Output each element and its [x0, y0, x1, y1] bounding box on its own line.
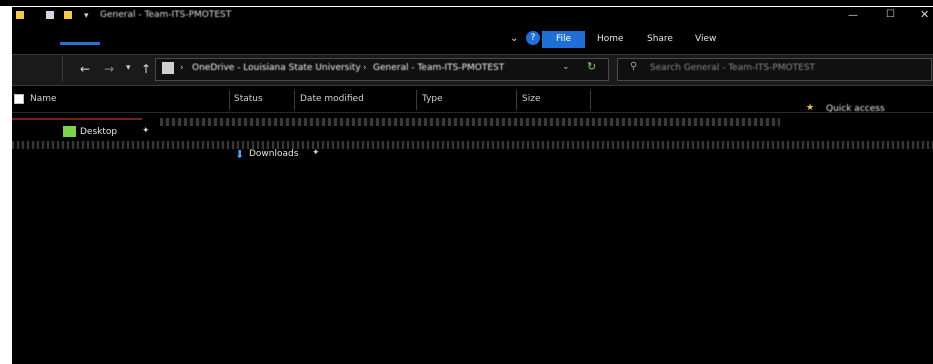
minimize-icon[interactable]: — — [848, 10, 858, 21]
tab-share[interactable]: Share — [647, 34, 673, 44]
recent-locations-icon[interactable]: ▾ — [126, 63, 131, 73]
glitch-line — [12, 118, 142, 120]
file-list-empty-area — [12, 160, 933, 364]
window-title: General - Team-ITS-PMOTEST — [100, 10, 232, 20]
window-frame-top — [12, 6, 933, 7]
nav-desktop[interactable]: Desktop — [80, 127, 117, 137]
properties-icon[interactable] — [46, 11, 54, 19]
folder-icon — [16, 11, 24, 19]
file-row-glitch-2[interactable] — [12, 141, 933, 149]
nav-quick-access[interactable]: Quick access — [826, 104, 885, 114]
file-row-glitch[interactable] — [160, 118, 780, 126]
tab-view[interactable]: View — [695, 34, 716, 44]
maximize-icon[interactable]: ☐ — [886, 9, 895, 20]
ribbon-accent-line — [60, 42, 100, 45]
pin-icon: ★ — [806, 103, 815, 113]
tab-home[interactable]: Home — [597, 34, 624, 44]
pin-icon: ✦ — [142, 126, 150, 136]
crumb-separator-icon: › — [180, 63, 184, 73]
up-arrow-icon[interactable]: ↑ — [141, 63, 151, 75]
column-header-row — [12, 88, 933, 112]
ribbon — [12, 24, 933, 54]
close-icon[interactable]: ✕ — [920, 8, 929, 21]
column-divider[interactable] — [294, 90, 295, 110]
row-divider — [12, 112, 933, 113]
address-dropdown-icon[interactable]: ⌄ — [562, 62, 570, 72]
refresh-icon[interactable]: ↻ — [587, 60, 596, 73]
back-arrow-icon[interactable]: ← — [80, 63, 90, 75]
sidebar-edge — [12, 56, 63, 82]
search-placeholder: Search General - Team-ITS-PMOTEST — [650, 63, 816, 73]
search-icon: ⚲ — [630, 61, 638, 72]
help-icon[interactable]: ? — [526, 31, 540, 45]
qat-dropdown-icon[interactable]: ▾ — [84, 11, 89, 21]
window-frame-left — [0, 6, 12, 364]
new-folder-icon[interactable] — [64, 11, 72, 19]
column-date-modified[interactable]: Date modified — [300, 94, 364, 104]
column-divider[interactable] — [590, 90, 591, 110]
column-divider[interactable] — [516, 90, 517, 110]
column-size[interactable]: Size — [522, 94, 540, 104]
select-all-checkbox[interactable] — [14, 94, 24, 104]
ribbon-collapse-icon[interactable]: ⌄ — [510, 33, 518, 44]
tab-file[interactable]: File — [542, 31, 585, 48]
desktop-icon — [63, 126, 76, 137]
pin-icon: ✦ — [312, 148, 320, 158]
column-name[interactable]: Name — [30, 94, 57, 104]
column-divider[interactable] — [416, 90, 417, 110]
column-divider[interactable] — [229, 90, 230, 110]
breadcrumb-general[interactable]: General - Team-ITS-PMOTEST — [373, 63, 504, 73]
nav-downloads[interactable]: Downloads — [249, 149, 298, 159]
location-icon — [162, 62, 174, 74]
crumb-separator-icon-2: › — [363, 63, 367, 73]
column-status[interactable]: Status — [234, 94, 263, 104]
breadcrumb-onedrive[interactable]: OneDrive - Louisiana State University — [192, 63, 361, 73]
forward-arrow-icon[interactable]: → — [104, 63, 114, 75]
column-type[interactable]: Type — [422, 94, 443, 104]
